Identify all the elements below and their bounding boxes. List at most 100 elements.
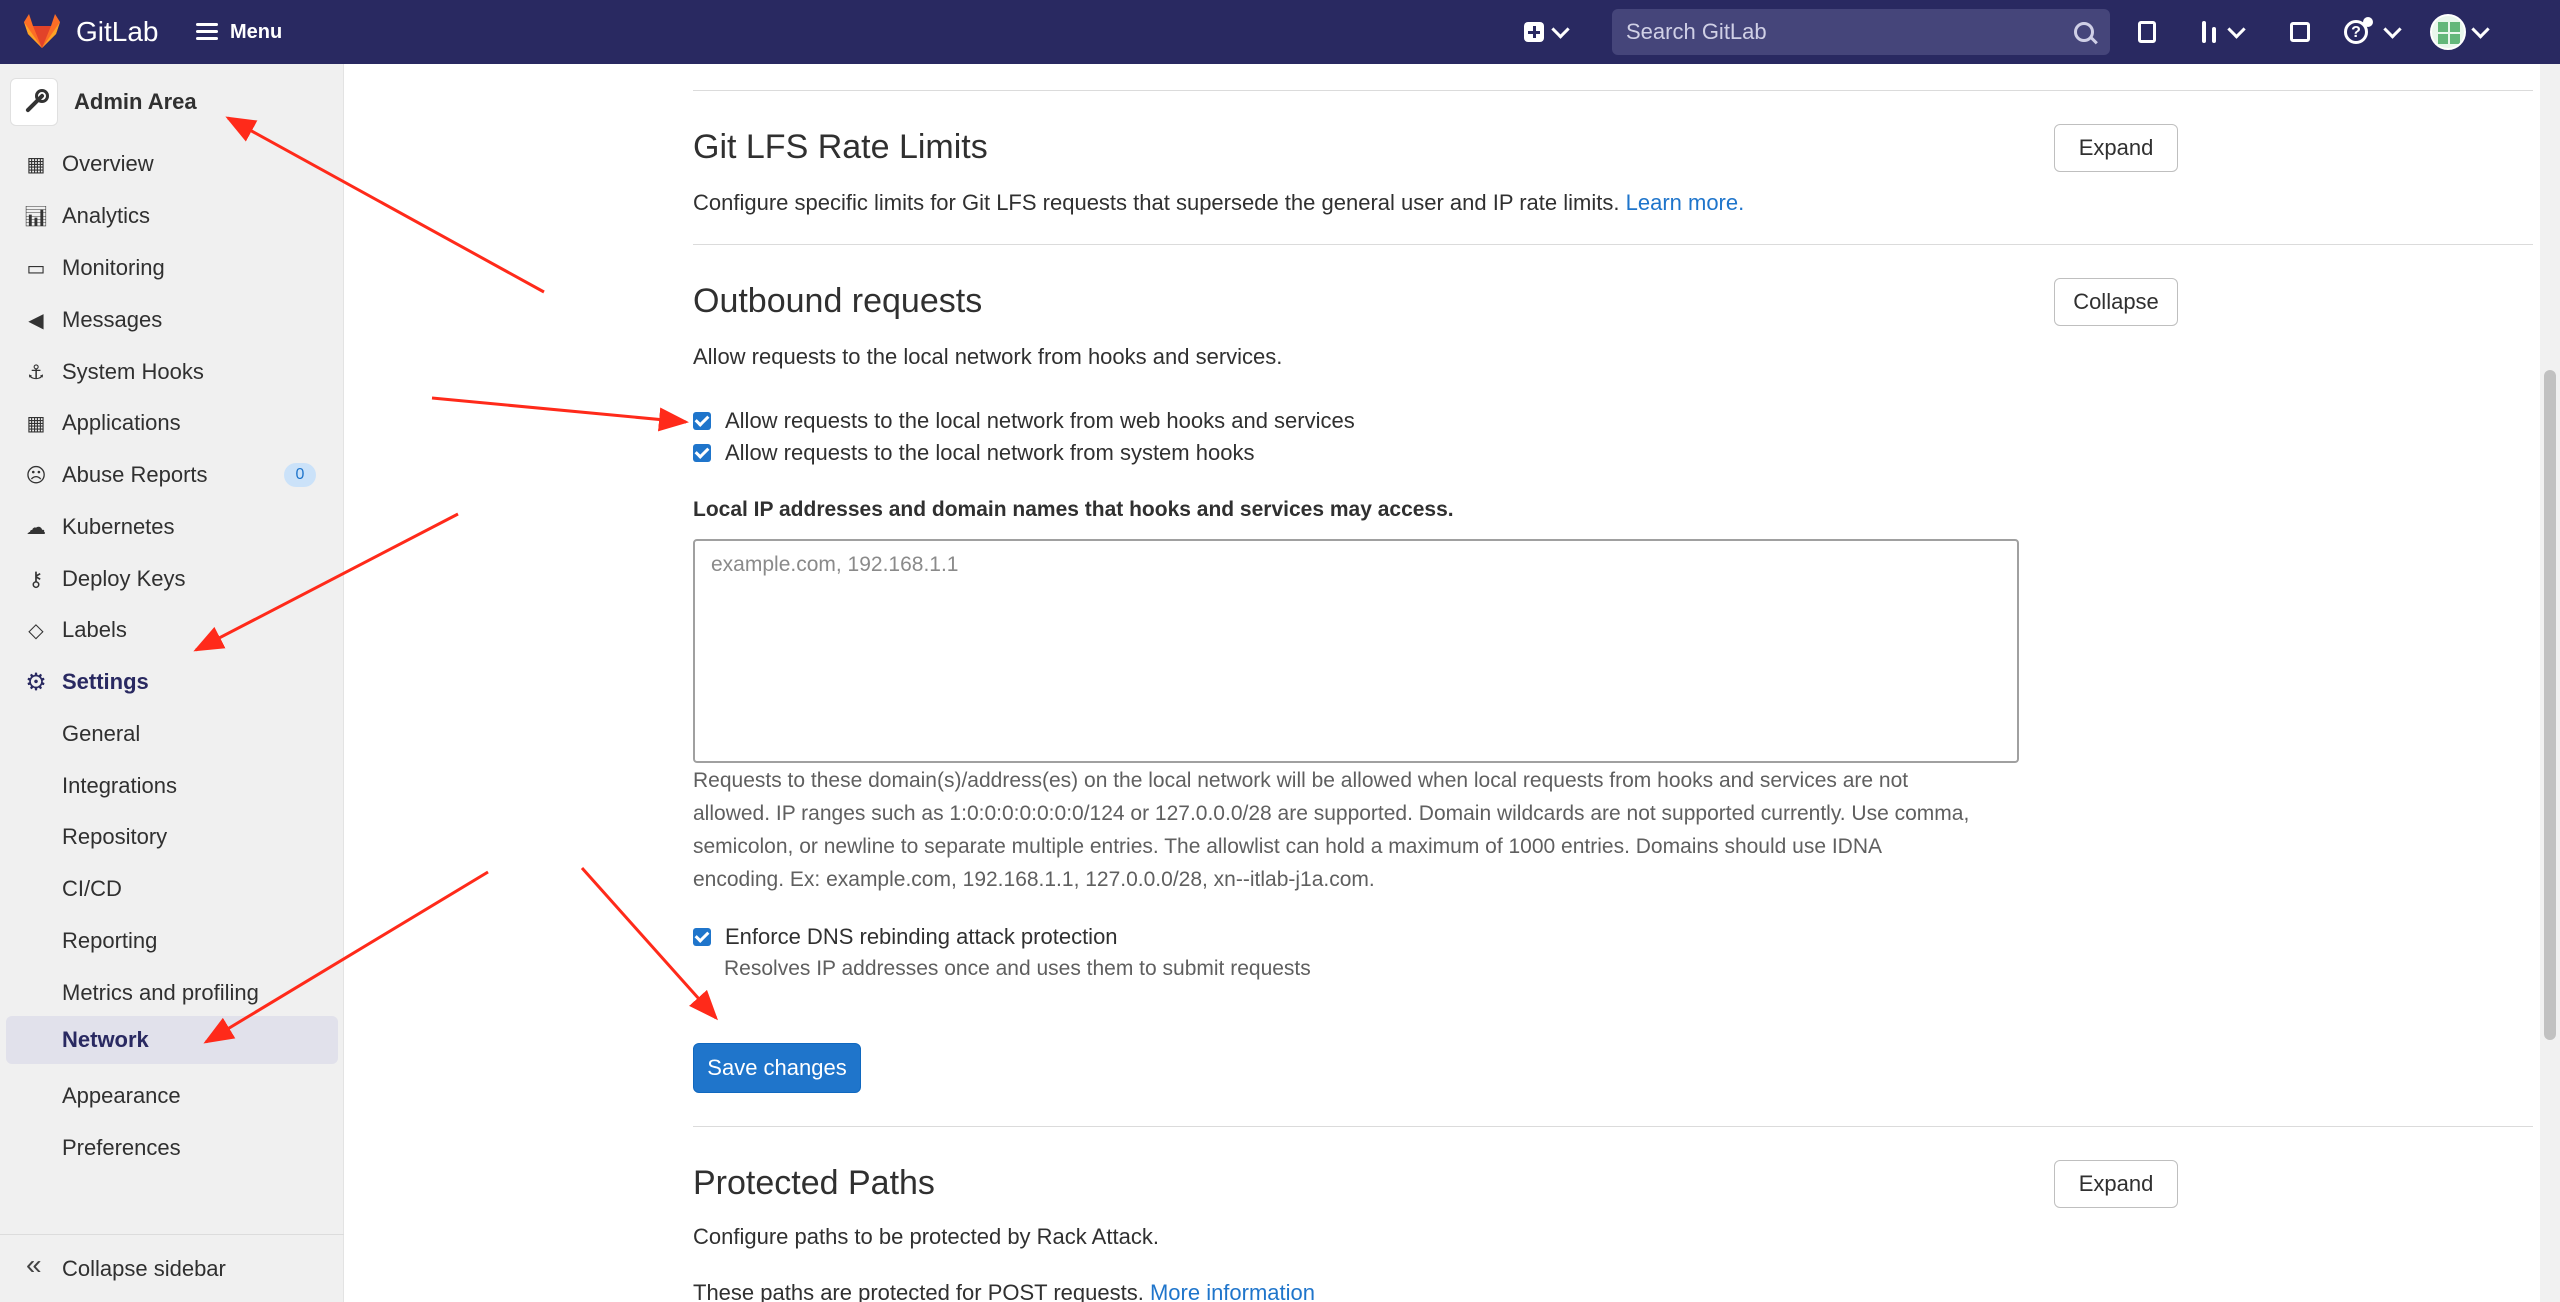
todos-button[interactable] xyxy=(2290,16,2310,48)
user-menu-button[interactable] xyxy=(2430,14,2490,50)
allowlist-label: Local IP addresses and domain names that… xyxy=(693,498,1454,521)
sidebar-subitem-preferences[interactable]: Preferences xyxy=(0,1124,344,1172)
sidebar-item-label: Settings xyxy=(62,669,149,694)
sidebar-item-label: Kubernetes xyxy=(62,514,175,539)
menu-label: Menu xyxy=(230,20,283,43)
sidebar-item-label: Applications xyxy=(62,410,181,435)
sidebar-item-system-hooks[interactable]: ⚓︎ System Hooks xyxy=(0,348,344,396)
plus-square-icon xyxy=(1524,22,1544,42)
sidebar-item-label: Overview xyxy=(62,151,154,176)
sidebar-item-kubernetes[interactable]: ☁︎ Kubernetes xyxy=(0,503,344,551)
merge-requests-button[interactable] xyxy=(2198,16,2246,48)
git-lfs-description-text: Configure specific limits for Git LFS re… xyxy=(693,190,1620,215)
sidebar-item-monitoring[interactable]: ▭ Monitoring xyxy=(0,244,344,292)
checkbox-checked[interactable] xyxy=(693,928,711,946)
sidebar-item-abuse-reports[interactable]: ☹︎ Abuse Reports 0 xyxy=(0,451,344,499)
sidebar: Admin Area ▦ Overview 📊︎ Analytics ▭ Mon… xyxy=(0,64,344,1302)
page-scrollbar[interactable] xyxy=(2540,64,2560,1302)
gear-icon: ⚙ xyxy=(25,668,47,696)
learn-more-link[interactable]: Learn more. xyxy=(1626,190,1745,215)
outbound-description: Allow requests to the local network from… xyxy=(693,344,1283,369)
label-icon: ◇ xyxy=(28,619,44,642)
git-lfs-description: Configure specific limits for Git LFS re… xyxy=(693,190,1744,216)
main-content: Git LFS Rate Limits Expand Configure spe… xyxy=(344,64,2540,1302)
more-information-link[interactable]: More information xyxy=(1150,1280,1315,1302)
sidebar-item-analytics[interactable]: 📊︎ Analytics xyxy=(0,192,344,240)
hamburger-icon xyxy=(196,23,218,41)
issues-icon xyxy=(2138,21,2156,43)
sidebar-item-messages[interactable]: ◀ Messages xyxy=(0,296,344,344)
protected-paths-note-text: These paths are protected for POST reque… xyxy=(693,1280,1144,1302)
sidebar-subitem-metrics-and-profiling[interactable]: Metrics and profiling xyxy=(0,969,344,1017)
collapse-sidebar-button[interactable]: « Collapse sidebar xyxy=(0,1234,344,1302)
checkbox-checked[interactable] xyxy=(693,444,711,462)
issues-button[interactable] xyxy=(2138,16,2156,48)
search-input[interactable] xyxy=(1612,9,2066,55)
sidebar-subitem-label: Network xyxy=(62,1027,149,1052)
section-divider xyxy=(693,1126,2533,1127)
git-lfs-expand-button[interactable]: Expand xyxy=(2054,124,2178,172)
outbound-collapse-button[interactable]: Collapse xyxy=(2054,278,2178,326)
sidebar-subitem-label: Preferences xyxy=(62,1135,181,1160)
search-box[interactable] xyxy=(1612,9,2110,55)
help-line: encoding. Ex: example.com, 192.168.1.1, … xyxy=(693,868,1375,891)
allowlist-help-text: Requests to these domain(s)/address(es) … xyxy=(693,764,2013,896)
sidebar-item-label: System Hooks xyxy=(62,359,204,384)
protected-paths-expand-button[interactable]: Expand xyxy=(2054,1160,2178,1208)
merge-request-icon xyxy=(2198,19,2222,45)
allowlist-textarea[interactable]: example.com, 192.168.1.1 xyxy=(693,539,2019,763)
gitlab-logo-icon[interactable] xyxy=(22,14,62,50)
sidebar-item-label: Labels xyxy=(62,617,127,642)
sidebar-subitem-integrations[interactable]: Integrations xyxy=(0,762,344,810)
section-title-git-lfs: Git LFS Rate Limits xyxy=(693,128,988,166)
sidebar-item-label: Abuse Reports xyxy=(62,462,208,487)
checkbox-checked[interactable] xyxy=(693,412,711,430)
sidebar-subitem-network[interactable]: Network xyxy=(6,1016,338,1064)
checkbox-label: Allow requests to the local network from… xyxy=(725,408,1355,433)
section-title-protected-paths: Protected Paths xyxy=(693,1164,935,1202)
sidebar-subitem-label: Metrics and profiling xyxy=(62,980,259,1005)
hook-icon: ⚓︎ xyxy=(27,361,45,384)
scrollbar-thumb[interactable] xyxy=(2544,370,2556,1040)
help-line: semicolon, or newline to separate multip… xyxy=(693,835,1883,858)
wrench-icon xyxy=(21,89,49,115)
cloud-gear-icon: ☁︎ xyxy=(26,516,46,539)
help-line: allowed. IP ranges such as 1:0:0:0:0:0:0… xyxy=(693,802,1970,825)
collapse-sidebar-label: Collapse sidebar xyxy=(62,1255,226,1281)
monitor-icon: ▭ xyxy=(26,257,46,280)
sidebar-item-label: Deploy Keys xyxy=(62,566,186,591)
sidebar-subitem-repository[interactable]: Repository xyxy=(0,813,344,861)
sidebar-subitem-ci-cd[interactable]: CI/CD xyxy=(0,865,344,913)
sidebar-subitem-reporting[interactable]: Reporting xyxy=(0,917,344,965)
new-dropdown-button[interactable] xyxy=(1524,18,1570,46)
chart-icon: 📊︎ xyxy=(23,205,49,228)
protected-paths-description: Configure paths to be protected by Rack … xyxy=(693,1224,1159,1249)
menu-button[interactable]: Menu xyxy=(196,16,282,48)
todo-check-icon xyxy=(2290,22,2310,42)
checkbox-row-system-hooks[interactable]: Allow requests to the local network from… xyxy=(693,438,1254,468)
sidebar-subitem-label: Repository xyxy=(62,824,168,849)
help-button[interactable]: ? xyxy=(2344,16,2402,48)
dns-help-text: Resolves IP addresses once and uses them… xyxy=(724,957,1311,980)
checkbox-row-webhooks[interactable]: Allow requests to the local network from… xyxy=(693,406,1355,436)
section-divider xyxy=(693,90,2533,91)
sidebar-subitem-appearance[interactable]: Appearance xyxy=(0,1072,344,1120)
save-changes-button[interactable]: Save changes xyxy=(693,1043,861,1093)
sidebar-subitem-label: Appearance xyxy=(62,1083,181,1108)
count-badge: 0 xyxy=(284,463,316,487)
section-divider xyxy=(693,244,2533,245)
sidebar-item-label: Analytics xyxy=(62,203,151,228)
sidebar-item-settings[interactable]: ⚙ Settings xyxy=(0,658,344,706)
chevron-down-icon xyxy=(2227,19,2246,39)
sidebar-item-overview[interactable]: ▦ Overview xyxy=(0,140,344,188)
sidebar-subitem-general[interactable]: General xyxy=(0,710,344,758)
help-line: Requests to these domain(s)/address(es) … xyxy=(693,769,1909,792)
sidebar-item-labels[interactable]: ◇ Labels xyxy=(0,606,344,654)
sidebar-item-applications[interactable]: ▦ Applications xyxy=(0,399,344,447)
notification-dot-icon xyxy=(2363,17,2373,27)
checkbox-row-dns-rebinding[interactable]: Enforce DNS rebinding attack protection xyxy=(693,922,1118,952)
sidebar-header-admin-area[interactable]: Admin Area xyxy=(10,78,197,126)
brand-name[interactable]: GitLab xyxy=(76,16,159,48)
sidebar-item-deploy-keys[interactable]: ⚷ Deploy Keys xyxy=(0,555,344,603)
admin-area-badge xyxy=(10,78,58,126)
